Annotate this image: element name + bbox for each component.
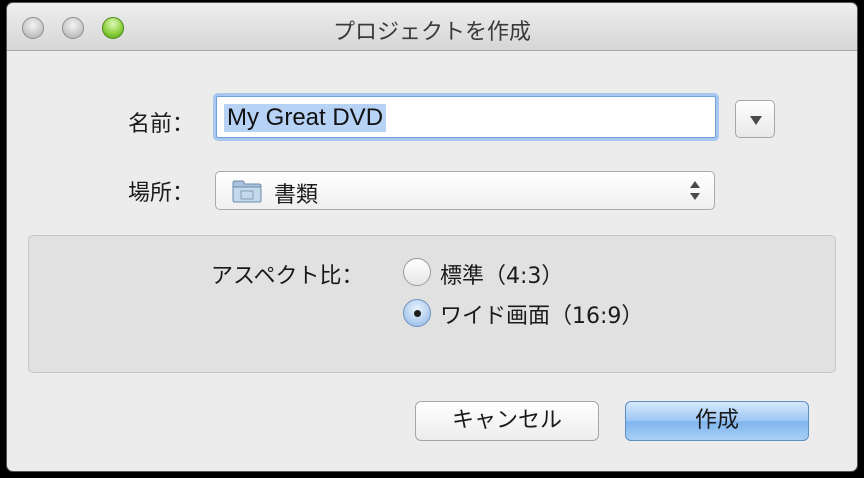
aspect-widescreen-radio[interactable] [403, 299, 431, 327]
folder-icon [232, 180, 262, 203]
aspect-widescreen-label[interactable]: ワイド画面（16:9） [440, 298, 643, 330]
location-popup[interactable]: 書類 [215, 171, 715, 210]
aspect-standard-radio[interactable] [403, 258, 431, 286]
up-down-arrows-icon [690, 181, 702, 201]
title-bar: プロジェクトを作成 [7, 3, 857, 51]
location-label: 場所： [128, 181, 195, 206]
cancel-button[interactable]: キャンセル [415, 401, 599, 441]
name-field-value: My Great DVD [224, 104, 387, 132]
name-history-button[interactable] [735, 100, 775, 138]
window-title: プロジェクトを作成 [332, 20, 531, 45]
create-button[interactable]: 作成 [625, 401, 809, 441]
location-value: 書類 [274, 183, 319, 208]
aspect-ratio-group [28, 235, 836, 373]
aspect-standard-label[interactable]: 標準（4:3） [440, 258, 563, 290]
create-project-dialog: プロジェクトを作成 名前： My Great DVD 場所： 書類 アスペクト比… [7, 3, 857, 471]
name-field[interactable]: My Great DVD [216, 96, 716, 138]
radio-selected-dot [414, 310, 421, 317]
triangle-down-icon [750, 116, 762, 125]
name-label: 名前： [128, 112, 195, 137]
aspect-ratio-label: アスペクト比： [211, 264, 364, 289]
